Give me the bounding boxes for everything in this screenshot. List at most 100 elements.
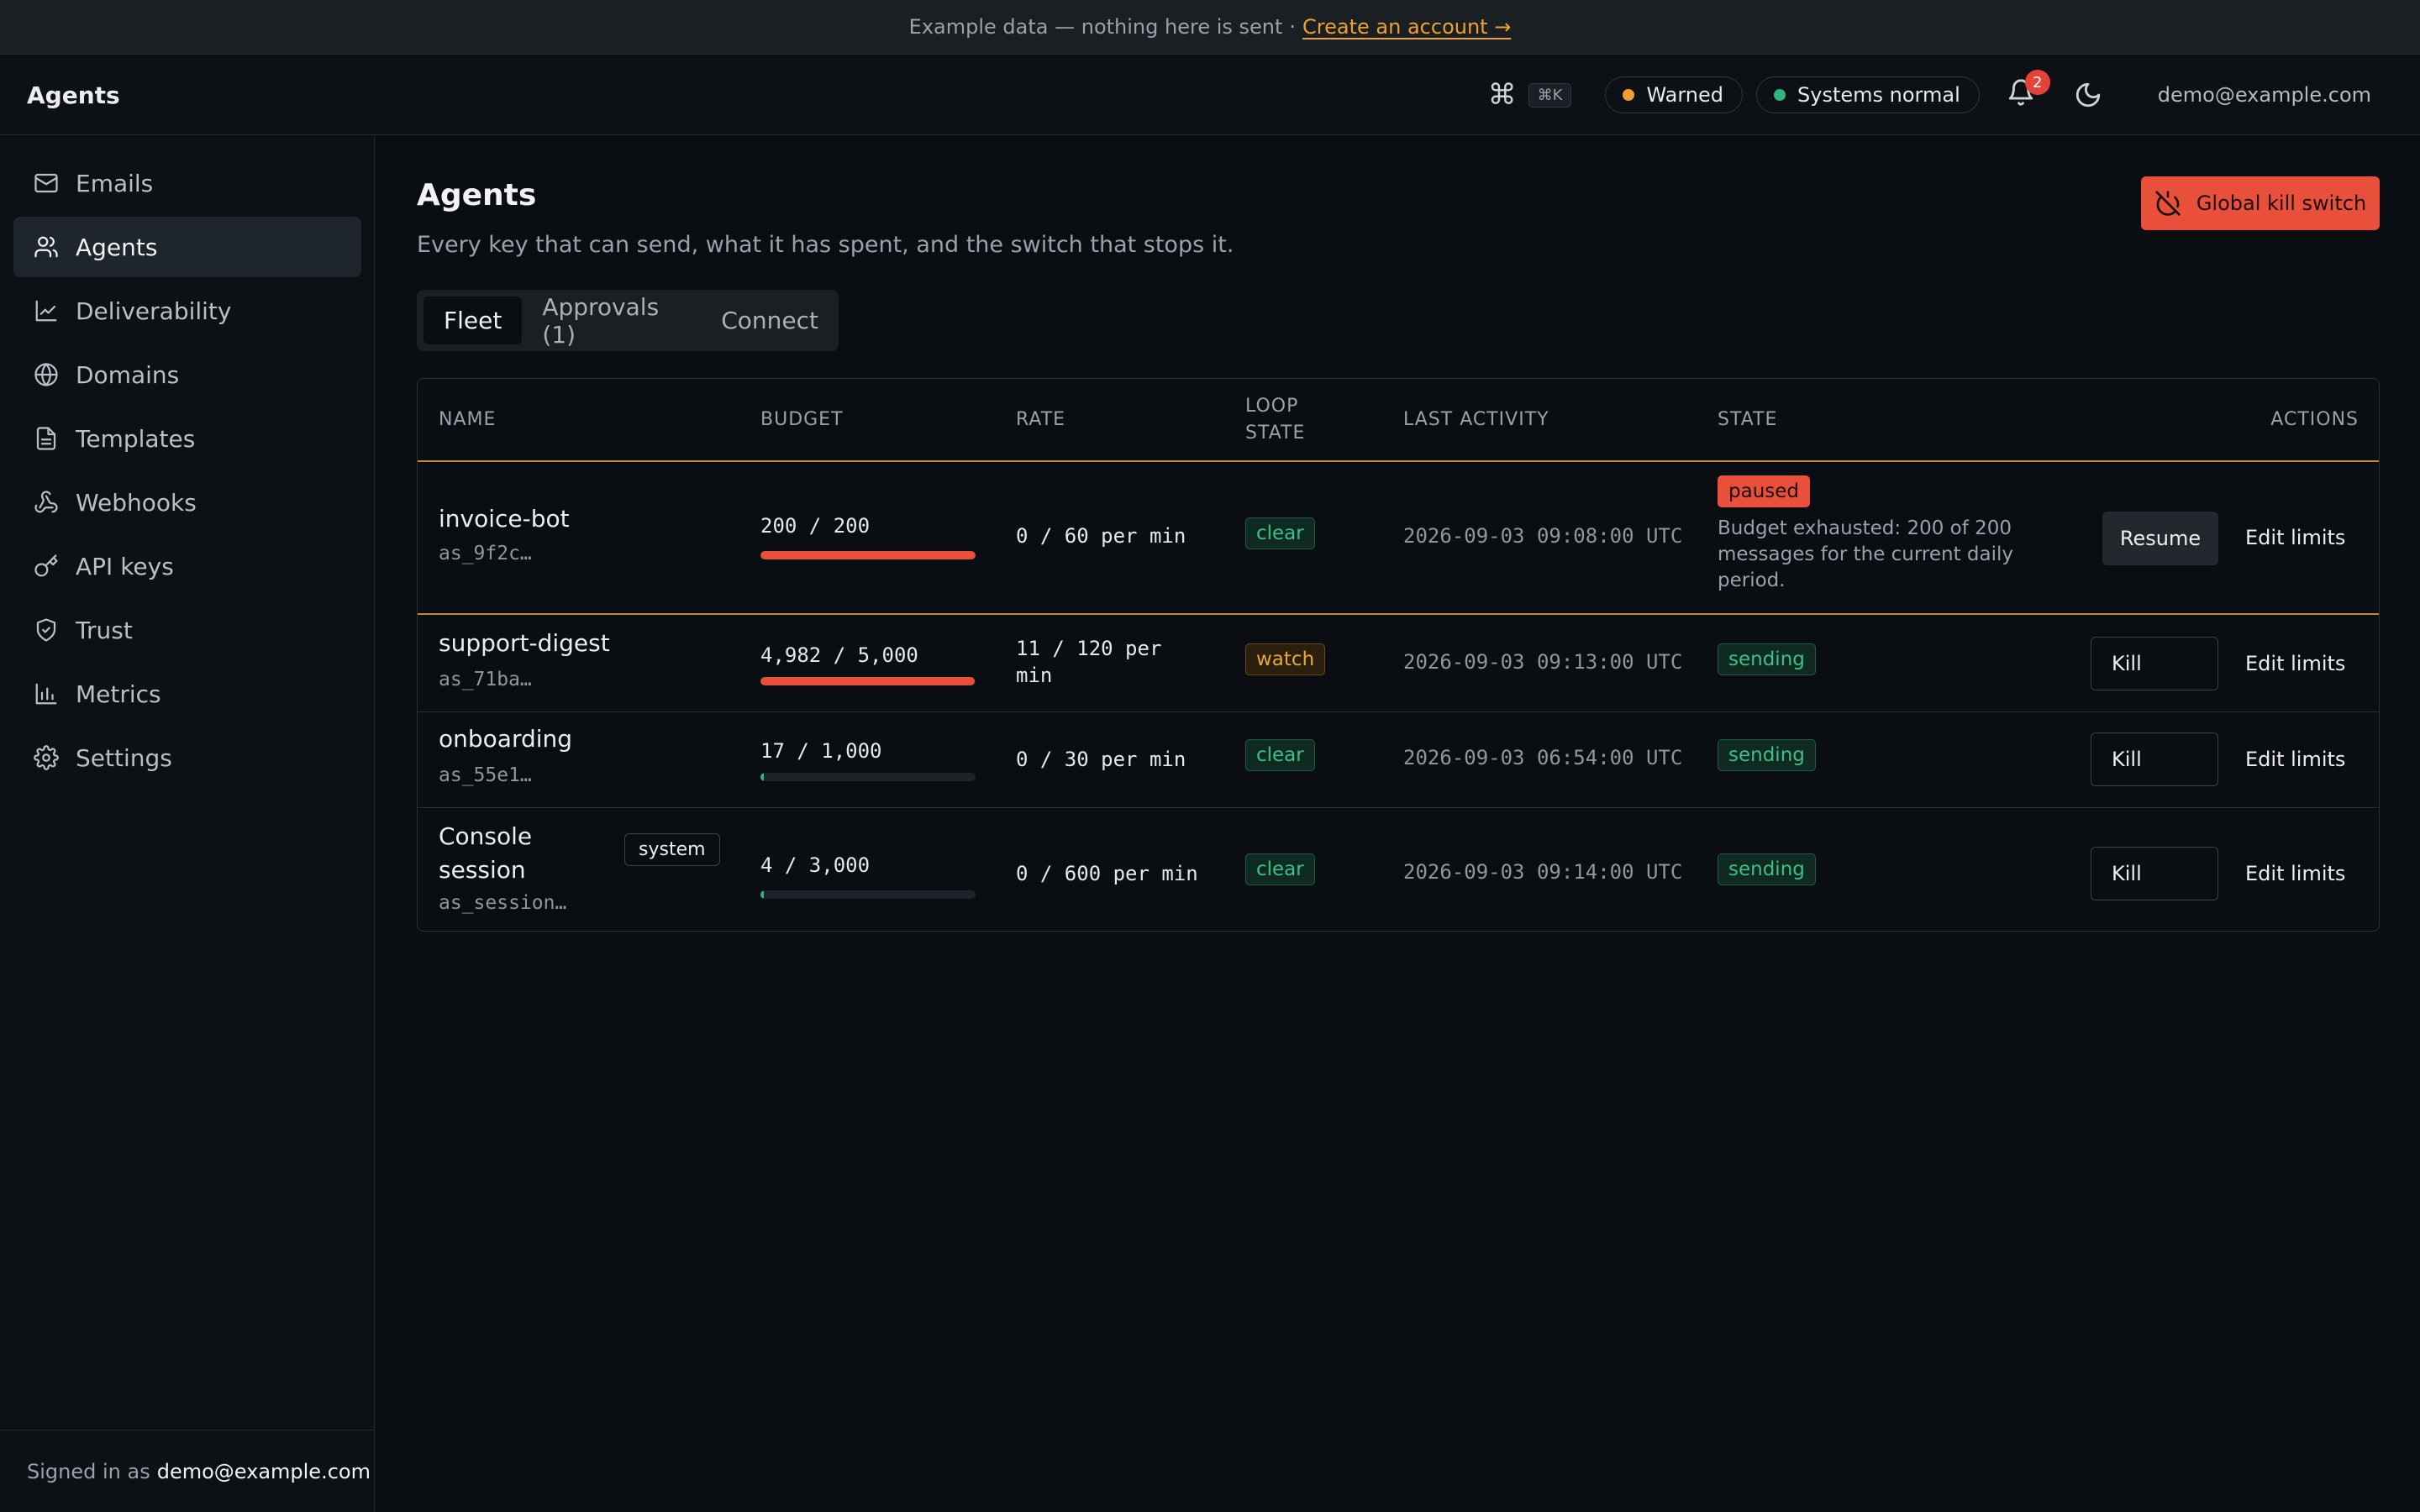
state-badge: sending <box>1718 643 1816 675</box>
sidebar-item-emails[interactable]: Emails <box>13 153 361 213</box>
state-badge: paused <box>1718 475 1811 507</box>
system-tag: system <box>624 833 720 866</box>
tab-bar: Fleet Approvals (1) Connect <box>417 290 839 351</box>
agents-table: NAME BUDGET RATE LOOP STATE LAST ACTIVIT… <box>417 378 2380 932</box>
shield-icon <box>36 618 56 642</box>
agent-name: invoice-bot <box>439 505 570 533</box>
sidebar-item-agents[interactable]: Agents <box>13 217 361 277</box>
budget-bar-fill <box>760 773 765 781</box>
last-activity: 2026-09-03 06:54:00 UTC <box>1403 746 1683 769</box>
column-header-loop-line1: LOOP <box>1245 396 1299 417</box>
agent-key-id: as_71ba… <box>439 669 532 690</box>
kill-button[interactable]: Kill <box>2091 732 2218 786</box>
rate-value: 0 / 60 per min <box>1016 524 1186 548</box>
notification-count-badge: 2 <box>2024 70 2050 95</box>
table-row: invoice-bot as_9f2c… 200 / 200 0 / 60 pe… <box>418 460 2379 615</box>
agent-key-id: as_9f2c… <box>439 543 532 564</box>
column-header-rate: RATE <box>1016 409 1066 430</box>
edit-limits-button[interactable]: Edit limits <box>2245 862 2345 885</box>
resume-button[interactable]: Resume <box>2102 512 2218 565</box>
budget-bar-fill <box>760 890 764 899</box>
warn-dot-icon <box>1623 89 1635 101</box>
edit-limits-button[interactable]: Edit limits <box>2245 526 2345 549</box>
column-header-last-activity: LAST ACTIVITY <box>1403 409 1549 430</box>
sidebar-item-domains[interactable]: Domains <box>13 344 361 405</box>
tab-connect[interactable]: Connect <box>701 297 839 344</box>
column-header-loop-line2: STATE <box>1245 423 1306 444</box>
top-header: Agents ⌘ ⌘K Warned Systems normal 2 demo… <box>0 55 2420 135</box>
state-badge: sending <box>1718 853 1816 885</box>
sidebar: Emails Agents Deliverability Domains Tem… <box>0 136 375 1512</box>
sidebar-item-settings[interactable]: Settings <box>13 727 361 788</box>
budget-bar-fill <box>760 551 976 559</box>
tab-fleet[interactable]: Fleet <box>424 297 523 344</box>
sidebar-item-label: Metrics <box>76 680 161 708</box>
budget-bar <box>760 773 976 781</box>
shortcut-key: ⌘K <box>1528 82 1572 108</box>
table-row: onboarding as_55e1… 17 / 1,000 0 / 30 pe… <box>418 712 2379 808</box>
signed-in-footer: Signed in as demo@example.com <box>0 1430 375 1512</box>
kill-button[interactable]: Kill <box>2091 847 2218 900</box>
agent-name: Console session <box>439 820 532 887</box>
systems-status-pill[interactable]: Systems normal <box>1756 76 1980 113</box>
tab-approvals[interactable]: Approvals (1) <box>522 293 701 349</box>
state-badge: sending <box>1718 739 1816 771</box>
globe-icon <box>34 363 58 386</box>
agent-key-id: as_55e1… <box>439 764 532 786</box>
agent-name: support-digest <box>439 629 610 657</box>
budget-bar <box>760 677 976 685</box>
sidebar-item-label: Domains <box>76 360 180 389</box>
signed-in-email: demo@example.com <box>156 1459 371 1483</box>
notifications-button[interactable]: 2 <box>2007 70 2050 112</box>
edit-limits-button[interactable]: Edit limits <box>2245 748 2345 771</box>
sidebar-item-templates[interactable]: Templates <box>13 408 361 469</box>
ok-dot-icon <box>1774 89 1786 101</box>
global-kill-switch-button[interactable]: Global kill switch <box>2141 176 2380 230</box>
column-header-name: NAME <box>439 409 497 430</box>
webhook-icon <box>34 491 58 513</box>
sidebar-item-metrics[interactable]: Metrics <box>13 664 361 724</box>
table-row: Console session system as_session… 4 / 3… <box>418 808 2379 931</box>
sidebar-item-trust[interactable]: Trust <box>13 600 361 660</box>
loop-state-badge: watch <box>1245 643 1326 675</box>
sidebar-item-label: Trust <box>76 616 133 644</box>
column-header-budget: BUDGET <box>760 409 844 430</box>
column-header-loop-state: LOOP STATE <box>1245 393 1305 447</box>
rate-value: 0 / 600 per min <box>1016 862 1198 885</box>
power-off-icon <box>2155 191 2181 216</box>
moon-icon[interactable] <box>2074 81 2102 109</box>
rate-value: 0 / 30 per min <box>1016 748 1186 771</box>
edit-limits-button[interactable]: Edit limits <box>2245 652 2345 675</box>
warned-status-pill[interactable]: Warned <box>1605 76 1744 113</box>
user-menu[interactable]: demo@example.com <box>2158 83 2371 107</box>
budget-bar <box>760 551 976 559</box>
sidebar-item-label: Webhooks <box>76 488 197 517</box>
sidebar-item-label: Agents <box>76 233 158 261</box>
create-account-link[interactable]: Create an account → <box>1302 15 1511 39</box>
sidebar-item-label: Emails <box>76 169 154 197</box>
agent-key-id: as_session… <box>439 892 567 914</box>
file-icon <box>36 427 56 450</box>
column-header-state: STATE <box>1718 409 1778 430</box>
banner-separator: · <box>1289 15 1297 39</box>
table-row: support-digest as_71ba… 4,982 / 5,000 11… <box>418 617 2379 712</box>
kill-button[interactable]: Kill <box>2091 637 2218 690</box>
last-activity: 2026-09-03 09:08:00 UTC <box>1403 524 1683 548</box>
state-note: Budget exhausted: 200 of 200 messages fo… <box>1718 517 2014 591</box>
sidebar-item-label: Deliverability <box>76 297 232 325</box>
table-header: NAME BUDGET RATE LOOP STATE LAST ACTIVIT… <box>418 379 2379 461</box>
sidebar-item-webhooks[interactable]: Webhooks <box>13 472 361 533</box>
sidebar-item-deliverability[interactable]: Deliverability <box>13 281 361 341</box>
signed-in-label: Signed in as <box>27 1459 150 1483</box>
systems-label: Systems normal <box>1797 83 1960 107</box>
last-activity: 2026-09-03 09:14:00 UTC <box>1403 860 1683 884</box>
page-subtitle: Every key that can send, what it has spe… <box>417 232 1234 258</box>
command-icon[interactable]: ⌘ <box>1488 78 1517 112</box>
users-icon <box>34 236 58 258</box>
mail-icon <box>34 173 58 193</box>
rate-value: 11 / 120 per min <box>1016 635 1161 689</box>
bar-chart-icon <box>35 683 57 705</box>
sidebar-item-api-keys[interactable]: API keys <box>13 536 361 596</box>
column-header-actions: ACTIONS <box>2270 409 2359 430</box>
budget-bar-fill <box>760 677 975 685</box>
